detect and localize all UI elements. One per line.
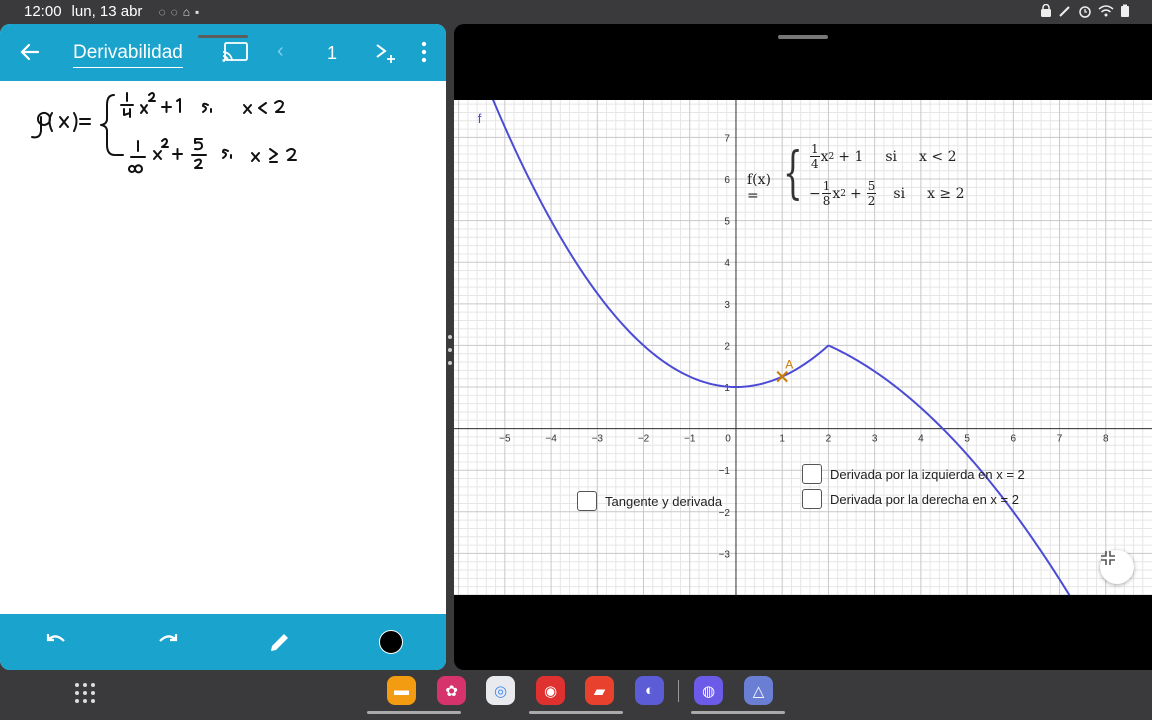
y-tick-label: 3 [724, 300, 730, 311]
y-tick-label: 7 [724, 133, 730, 144]
notification-icon: ◌ [158, 4, 166, 19]
notes-app-window: Derivabilidad ‹ 1 [0, 24, 446, 670]
insert-page-icon[interactable] [374, 39, 396, 65]
pen-color-swatch[interactable] [379, 630, 403, 654]
status-left: 12:00 lun, 13 abr ◌ ◌ ⌂ ▪ [24, 3, 199, 20]
checkbox-left-derivative[interactable]: Derivada por la izquierda en x = 2 [802, 464, 1025, 484]
x-tick-label: 0 [725, 434, 731, 445]
fx-label: f(x) = [747, 172, 772, 204]
tangent-label: Tangente y derivada [605, 493, 723, 509]
app-drawer-icon[interactable] [74, 682, 96, 704]
handwriting-canvas[interactable] [0, 81, 446, 615]
x-tick-label: −3 [592, 434, 604, 445]
x-tick-label: −1 [684, 434, 696, 445]
y-tick-label: 6 [724, 175, 730, 186]
y-tick-label: −3 [719, 549, 731, 560]
split-view-divider[interactable] [448, 335, 452, 365]
pen-tool-icon[interactable] [266, 628, 294, 656]
function-plot[interactable]: −5 −4 −3 −2 −1 0 1 2 3 4 5 6 7 8 7 6 5 4 3 2 1 −1 −2 −3 f A [454, 100, 1152, 595]
status-bar: 12:00 lun, 13 abr ◌ ◌ ⌂ ▪ [0, 0, 1152, 24]
x-tick-label: −4 [545, 434, 557, 445]
x-tick-label: 4 [918, 434, 924, 445]
lock-icon [1041, 4, 1051, 17]
window-drag-handle[interactable] [778, 35, 828, 39]
dock-app-internet-icon[interactable]: ◐ [635, 676, 664, 705]
x-tick-label: −5 [499, 434, 511, 445]
y-tick-label: 4 [724, 258, 730, 269]
formula-brace: { [783, 141, 803, 206]
redo-icon[interactable] [154, 628, 182, 656]
axes [454, 100, 1152, 595]
curve-f-left-piece [492, 100, 830, 389]
x-tick-label: 2 [826, 434, 832, 445]
wifi-icon [1098, 5, 1114, 17]
tangent-checkbox[interactable] [577, 491, 597, 511]
notification-icon: ◌ [170, 4, 178, 19]
formula-case-2: − 18 x2 + 52 si x ≥ 2 [809, 179, 965, 208]
page-number: 1 [327, 43, 338, 63]
formula-case-1: 14 x2 + 1 si x < 2 [810, 142, 957, 171]
nav-pill[interactable] [529, 711, 623, 714]
collapse-view-icon [1101, 551, 1115, 565]
right-derivative-checkbox[interactable] [802, 489, 822, 509]
geogebra-window: −5 −4 −3 −2 −1 0 1 2 3 4 5 6 7 8 7 6 5 4 3 2 1 −1 −2 −3 f A f(… [454, 24, 1152, 670]
y-tick-label: 5 [724, 217, 730, 228]
left-derivative-label: Derivada por la izquierda en x = 2 [830, 466, 1025, 482]
undo-icon[interactable] [42, 628, 70, 656]
dock-app-chrome-icon[interactable]: ◎ [486, 676, 515, 705]
standard-view-button[interactable] [1100, 550, 1134, 584]
taskbar-dock: ▬ ✿ ◎ ◉ ▰ ◐ ◍ △ [0, 670, 1152, 720]
document-title[interactable]: Derivabilidad [73, 42, 183, 68]
notes-bottom-toolbar [0, 614, 446, 670]
dock-app-gallery-icon[interactable]: ✿ [437, 676, 466, 705]
cast-icon[interactable] [221, 41, 249, 63]
status-date: lun, 13 abr [71, 3, 143, 20]
x-tick-label: 5 [964, 434, 970, 445]
x-tick-labels: −5 −4 −3 −2 −1 0 1 2 3 4 5 6 7 8 [499, 434, 1109, 445]
checkbox-tangent[interactable]: Tangente y derivada [577, 491, 722, 511]
notification-icon: ⌂ [182, 4, 190, 19]
major-grid [454, 100, 1152, 595]
status-time: 12:00 [24, 3, 62, 20]
notification-icons: ◌ ◌ ⌂ ▪ [158, 5, 199, 19]
dock-app-camera-icon[interactable]: ◉ [536, 676, 565, 705]
pen-icon [1059, 6, 1070, 17]
y-tick-label: 1 [724, 383, 730, 394]
nav-pill[interactable] [367, 711, 461, 714]
alarm-icon [1079, 6, 1091, 18]
right-derivative-label: Derivada por la derecha en x = 2 [830, 491, 1019, 507]
graphics-view[interactable]: −5 −4 −3 −2 −1 0 1 2 3 4 5 6 7 8 7 6 5 4 3 2 1 −1 −2 −3 f A f(… [454, 100, 1152, 595]
y-tick-label: 2 [724, 341, 730, 352]
curve-label-f: f [478, 111, 482, 126]
dock-app-files-icon[interactable]: ▬ [387, 676, 416, 705]
x-tick-label: 3 [872, 434, 878, 445]
dock-app-geogebra-icon[interactable]: △ [744, 676, 773, 705]
dock-app-game-icon[interactable]: ◍ [694, 676, 723, 705]
window-drag-handle[interactable] [198, 35, 248, 38]
x-tick-label: 7 [1057, 434, 1063, 445]
handwritten-formula [31, 92, 297, 174]
more-options-icon[interactable] [419, 40, 429, 64]
nav-pill[interactable] [691, 711, 785, 714]
point-label-a: A [785, 358, 793, 372]
minor-grid [454, 100, 1152, 595]
previous-page-button[interactable]: ‹ [277, 40, 284, 63]
dock-separator [678, 680, 679, 702]
dock-app-notes-icon[interactable]: ▰ [585, 676, 614, 705]
x-tick-label: 8 [1103, 434, 1109, 445]
battery-icon [1121, 4, 1129, 17]
status-right [1040, 4, 1130, 18]
checkbox-right-derivative[interactable]: Derivada por la derecha en x = 2 [802, 489, 1019, 509]
notification-icon: ▪ [194, 4, 200, 19]
x-tick-label: 1 [779, 434, 785, 445]
left-derivative-checkbox[interactable] [802, 464, 822, 484]
y-tick-label: −1 [719, 466, 731, 477]
notes-toolbar: Derivabilidad ‹ 1 [0, 24, 446, 81]
x-tick-label: 6 [1011, 434, 1017, 445]
back-arrow-icon[interactable] [16, 38, 44, 66]
x-tick-label: −2 [638, 434, 650, 445]
